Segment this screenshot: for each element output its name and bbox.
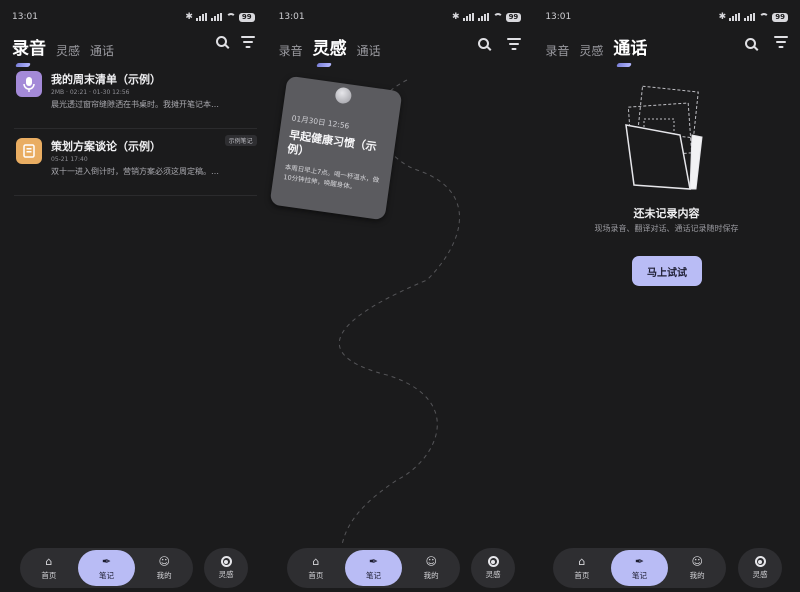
status-icons: ✱ 99	[185, 12, 255, 22]
nav-notes[interactable]: ✒ 笔记	[344, 550, 403, 586]
status-bar: 13:01 ✱ 99	[545, 10, 788, 24]
wifi-icon	[759, 13, 770, 21]
inspiration-note-card[interactable]: 01月30日 12:56 早起健康习惯（示例） 本周日早上7点。喝一杯温水，做1…	[269, 75, 403, 221]
search-icon[interactable]	[745, 38, 756, 49]
item-meta: 2MB · 02:21 · 01-30 12:56	[51, 89, 130, 96]
item-title: 策划方案谈论（示例）	[51, 140, 161, 153]
bottom-nav: ⌂ 首页 ✒ 笔记 ☺ 我的	[287, 548, 460, 588]
home-icon: ⌂	[578, 554, 586, 568]
top-tabs: 录音 灵感 通话	[12, 34, 114, 59]
person-icon: ☺	[691, 554, 703, 568]
signal-icon	[210, 13, 223, 21]
quill-icon: ✒	[634, 554, 645, 568]
tab-recordings[interactable]: 录音	[12, 34, 46, 59]
signal-icon	[729, 13, 741, 21]
filter-icon[interactable]	[773, 36, 788, 48]
screen-recordings: 13:01 ✱ 99 录音 灵感 通话 我的周末清单（示例） 2MB · 02:…	[0, 0, 267, 592]
tab-calls[interactable]: 通话	[90, 42, 114, 59]
person-icon: ☺	[158, 554, 170, 568]
inspiration-button[interactable]: 灵感	[204, 548, 248, 588]
status-time: 13:01	[545, 12, 572, 22]
note-date: 01月30日 12:56	[291, 113, 350, 131]
item-title: 我的周末清单（示例）	[51, 73, 161, 86]
filter-icon[interactable]	[507, 38, 521, 50]
bluetooth-icon: ✱	[718, 12, 727, 22]
mic-app-icon	[16, 71, 42, 97]
search-icon[interactable]	[215, 36, 227, 47]
home-icon: ⌂	[312, 554, 320, 568]
inspiration-button[interactable]: 灵感	[471, 548, 515, 588]
header-actions	[773, 36, 788, 48]
bottom-nav: ⌂ 首页 ✒ 笔记 ☺ 我的	[553, 548, 726, 588]
signal-icon	[744, 13, 756, 21]
inspiration-button[interactable]: 灵感	[738, 548, 782, 588]
header-actions	[215, 36, 255, 48]
person-icon: ☺	[425, 554, 437, 568]
nav-home[interactable]: ⌂ 首页	[20, 550, 78, 586]
bottom-nav: ⌂ 首页 ✒ 笔记 ☺ 我的	[20, 548, 193, 588]
bluetooth-icon: ✱	[185, 12, 193, 22]
status-icons: ✱ 99	[719, 12, 788, 22]
pin-icon	[334, 86, 353, 105]
nav-notes[interactable]: ✒ 笔记	[77, 550, 136, 586]
empty-state-title: 还未记录内容	[633, 207, 700, 220]
filter-icon[interactable]	[240, 36, 255, 48]
home-icon: ⌂	[45, 554, 53, 568]
tab-calls[interactable]: 通话	[613, 34, 647, 59]
record-icon	[487, 556, 499, 567]
item-meta: 05-21 17:40	[51, 156, 88, 163]
sample-badge: 示例笔记	[224, 135, 257, 146]
quill-icon: ✒	[368, 554, 379, 568]
empty-folder-icon	[625, 85, 703, 190]
search-icon[interactable]	[478, 38, 489, 49]
quill-icon: ✒	[101, 554, 112, 568]
wifi-icon	[225, 13, 236, 21]
doc-app-icon	[16, 138, 42, 164]
tab-inspiration[interactable]: 灵感	[56, 42, 80, 59]
list-item[interactable]: 我的周末清单（示例） 2MB · 02:21 · 01-30 12:56 晨光透…	[14, 68, 257, 129]
try-now-button[interactable]: 马上试试	[632, 256, 702, 286]
screens: 13:01 ✱ 99 录音 灵感 通话 我的周末清单（示例） 2MB · 02:…	[0, 0, 800, 592]
recording-list: 我的周末清单（示例） 2MB · 02:21 · 01-30 12:56 晨光透…	[14, 68, 257, 202]
nav-me[interactable]: ☺ 我的	[135, 550, 193, 586]
nav-me[interactable]: ☺ 我的	[668, 550, 726, 586]
tab-inspiration[interactable]: 灵感	[579, 42, 603, 59]
record-icon	[754, 556, 766, 567]
battery-icon: 99	[238, 12, 255, 22]
empty-state-subtitle: 现场录音、翻译对话、通话记录随时保存	[594, 224, 739, 233]
top-tabs: 录音 灵感 通话	[545, 34, 647, 59]
record-icon	[220, 556, 232, 567]
nav-home[interactable]: ⌂ 首页	[287, 550, 345, 586]
tab-recordings[interactable]: 录音	[545, 42, 569, 59]
item-desc: 晨光透过窗帘缝隙洒在书桌时。我摊开笔记本…	[51, 100, 219, 109]
nav-me[interactable]: ☺ 我的	[402, 550, 460, 586]
nav-home[interactable]: ⌂ 首页	[553, 550, 611, 586]
status-time: 13:01	[12, 12, 38, 22]
battery-icon: 99	[772, 12, 788, 22]
list-item[interactable]: 策划方案谈论（示例） 示例笔记 05-21 17:40 双十一进入倒计时，营销方…	[14, 135, 257, 196]
item-desc: 双十一进入倒计时，营销方案必须这周定稿。…	[51, 167, 219, 176]
signal-icon	[195, 13, 208, 21]
status-bar: 13:01 ✱ 99	[12, 10, 255, 24]
nav-notes[interactable]: ✒ 笔记	[610, 550, 669, 586]
